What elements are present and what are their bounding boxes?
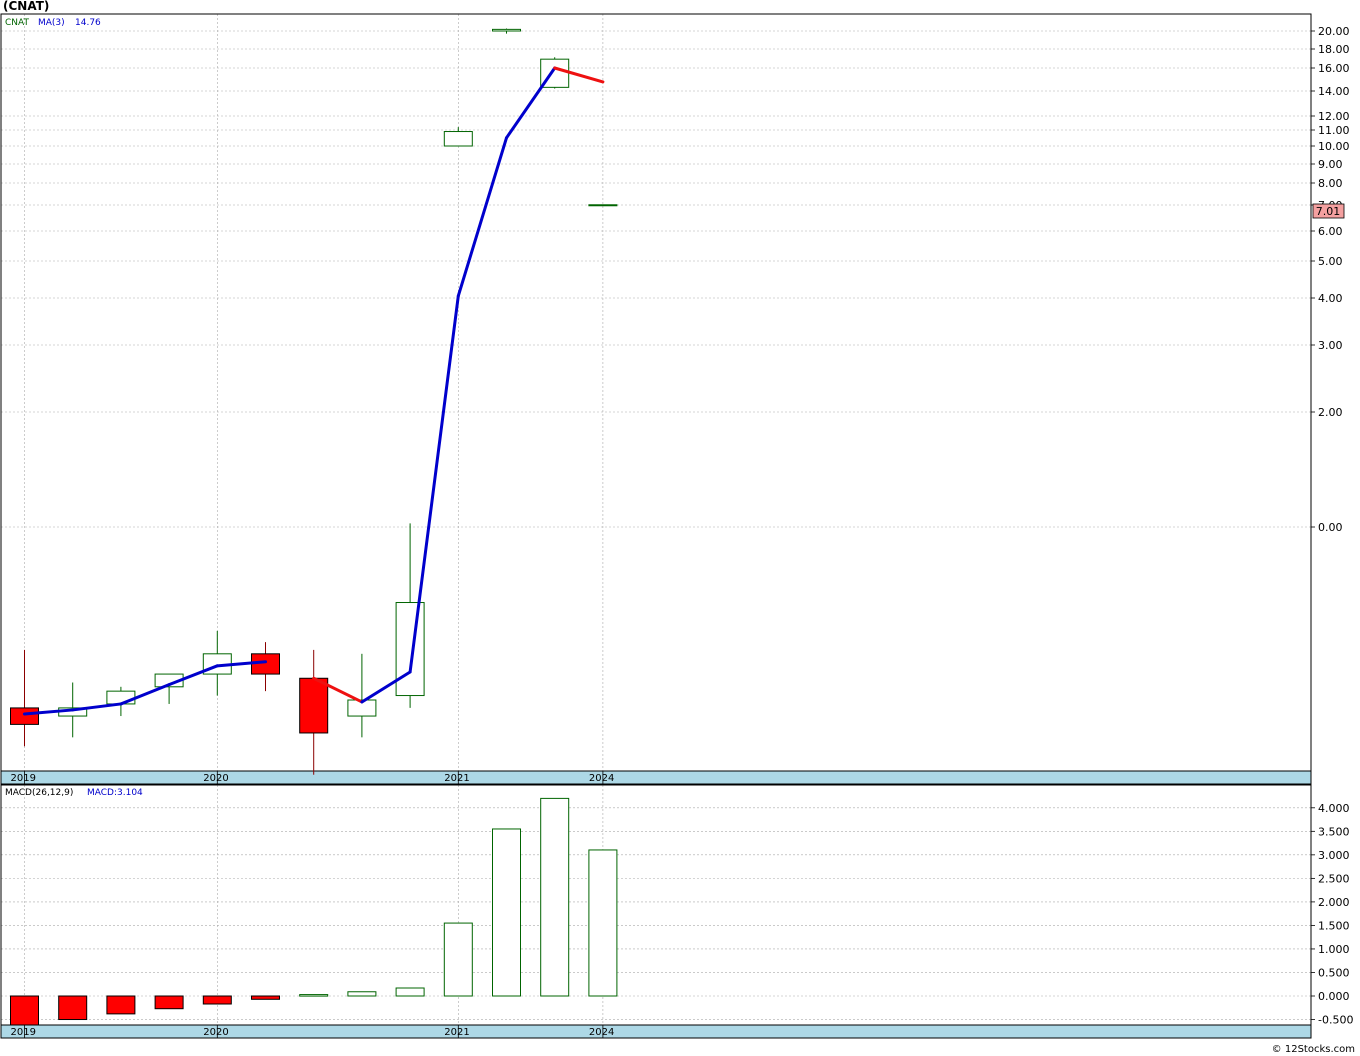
- macd-bar: [10, 995, 39, 1026]
- price-tick-label: 14.00: [1318, 85, 1350, 98]
- ma-label: MA(3): [38, 18, 65, 28]
- macd-bar: [588, 849, 618, 997]
- macd-tick-label: 1.000: [1318, 943, 1350, 956]
- candle-body: [106, 690, 136, 705]
- stock-chart: 2019 2020 2021 2024 2019 2020 2021 2024 0.00 2.…: [0, 0, 1360, 1056]
- macd-tick-label: 2.500: [1318, 872, 1350, 885]
- candle-body: [10, 707, 39, 725]
- price-date-axis: [0, 770, 1312, 785]
- macd-bar: [492, 828, 521, 997]
- macd-tick-label: 2.000: [1318, 896, 1350, 909]
- price-tick-label: 18.00: [1318, 43, 1350, 56]
- macd-date-label: 2021: [444, 1027, 469, 1038]
- price-tick-label: 11.00: [1318, 124, 1350, 137]
- ma-value: 14.76: [75, 18, 101, 28]
- price-tick-label: 9.00: [1318, 158, 1343, 171]
- macd-tick-label: 3.500: [1318, 825, 1350, 838]
- last-price-badge: 7.01: [1312, 203, 1345, 219]
- price-tick-label: 2.00: [1318, 406, 1343, 419]
- candle-body: [492, 28, 521, 32]
- macd-bar: [540, 797, 570, 997]
- price-tick-label: 6.00: [1318, 225, 1343, 238]
- price-date-label: 2020: [203, 773, 228, 784]
- price-tick-label: 10.00: [1318, 140, 1350, 153]
- macd-bar: [347, 991, 377, 997]
- candle-body: [588, 204, 618, 207]
- price-tick-label: 0.00: [1318, 521, 1343, 534]
- macd-tick-label: 4.000: [1318, 802, 1350, 815]
- macd-bar: [154, 995, 184, 1010]
- watermark: © 12Stocks.com: [1272, 1044, 1355, 1055]
- price-tick-label: 16.00: [1318, 62, 1350, 75]
- macd-tick-label: 0.000: [1318, 990, 1350, 1003]
- macd-date-label: 2019: [11, 1027, 36, 1038]
- last-price-badge-label: 7.01: [1316, 205, 1341, 218]
- macd-label: MACD(26,12,9): [5, 788, 73, 798]
- candle-body: [299, 677, 329, 734]
- macd-bar: [395, 987, 425, 997]
- candle-body: [443, 131, 473, 147]
- price-tick-label: 5.00: [1318, 255, 1343, 268]
- macd-value: MACD:3.104: [87, 788, 143, 798]
- macd-bar: [299, 994, 329, 997]
- price-tick-label: 20.00: [1318, 25, 1350, 38]
- macd-date-label: 2024: [589, 1027, 614, 1038]
- macd-bar: [251, 995, 280, 1000]
- macd-date-axis: [0, 1024, 1312, 1039]
- price-date-label: 2021: [444, 773, 469, 784]
- price-date-label: 2024: [589, 773, 614, 784]
- macd-tick-label: -0.500: [1318, 1014, 1353, 1027]
- price-tick-label: 4.00: [1318, 292, 1343, 305]
- macd-bar: [202, 995, 232, 1005]
- price-tick-label: 8.00: [1318, 177, 1343, 190]
- price-tick-label: 3.00: [1318, 339, 1343, 352]
- macd-date-label: 2020: [203, 1027, 228, 1038]
- macd-tick-label: 1.500: [1318, 919, 1350, 932]
- price-date-label: 2019: [11, 773, 36, 784]
- chart-title: (CNAT): [3, 0, 49, 13]
- price-tick-label: 12.00: [1318, 110, 1350, 123]
- macd-bar: [58, 995, 88, 1021]
- chart-background: [0, 0, 1360, 1056]
- macd-bar: [443, 922, 473, 997]
- candle-body: [395, 602, 425, 697]
- macd-tick-label: 3.000: [1318, 849, 1350, 862]
- ticker-label: CNAT: [5, 18, 29, 28]
- macd-tick-label: 0.500: [1318, 966, 1350, 979]
- macd-bar: [106, 995, 136, 1015]
